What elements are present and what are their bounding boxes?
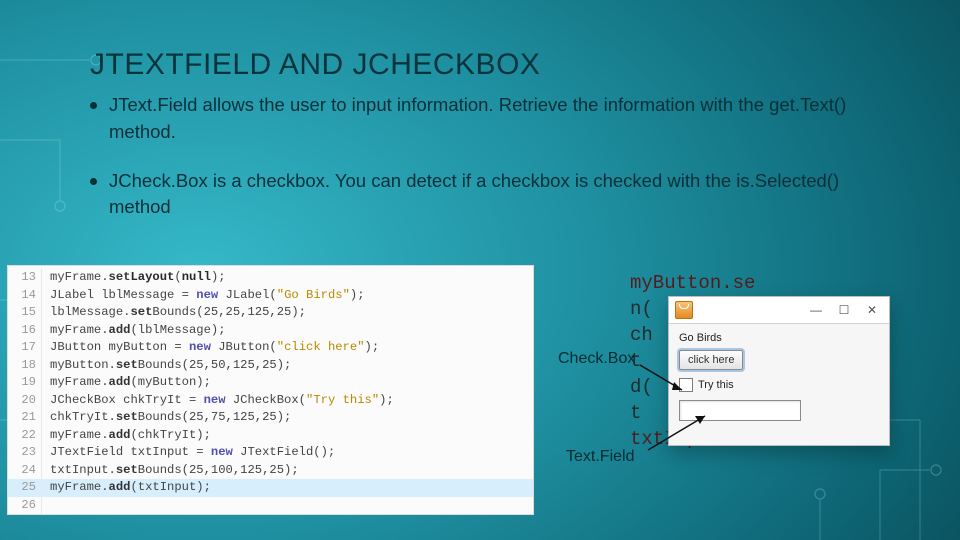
line-number: 13 <box>8 269 42 287</box>
code-line: 25myFrame.add(txtInput); <box>8 479 533 497</box>
window-titlebar: — ☐ ✕ <box>669 297 889 324</box>
line-number: 18 <box>8 357 42 375</box>
code-text: txtInput.setBounds(25,100,125,25); <box>42 462 299 480</box>
code-line: 24txtInput.setBounds(25,100,125,25); <box>8 462 533 480</box>
slide-title: JTEXTFIELD AND JCHECKBOX <box>90 48 540 82</box>
code-text: myFrame.add(lblMessage); <box>42 322 226 340</box>
code-line: 26 <box>8 497 533 515</box>
code-text: lblMessage.setBounds(25,25,125,25); <box>42 304 306 322</box>
line-number: 22 <box>8 427 42 445</box>
line-number: 23 <box>8 444 42 462</box>
close-icon[interactable]: ✕ <box>865 303 879 317</box>
bullet-list: JText.Field allows the user to input inf… <box>90 92 870 243</box>
jcheckbox-label: Try this <box>698 379 734 391</box>
code-line: 14JLabel lblMessage = new JLabel("Go Bir… <box>8 287 533 305</box>
minimize-icon[interactable]: — <box>809 303 823 317</box>
code-line: 21chkTryIt.setBounds(25,75,125,25); <box>8 409 533 427</box>
code-line: 15lblMessage.setBounds(25,25,125,25); <box>8 304 533 322</box>
code-text: myFrame.add(chkTryIt); <box>42 427 211 445</box>
code-line: 16myFrame.add(lblMessage); <box>8 322 533 340</box>
arrow-icon <box>560 360 695 405</box>
line-number: 20 <box>8 392 42 410</box>
code-line: 19myFrame.add(myButton); <box>8 374 533 392</box>
bullet-dot-icon <box>90 178 97 185</box>
code-line: 23JTextField txtInput = new JTextField()… <box>8 444 533 462</box>
line-number: 19 <box>8 374 42 392</box>
java-cup-icon <box>675 301 693 319</box>
jlabel-gobirds: Go Birds <box>679 332 879 344</box>
line-number: 14 <box>8 287 42 305</box>
code-line: 20JCheckBox chkTryIt = new JCheckBox("Tr… <box>8 392 533 410</box>
bullet-dot-icon <box>90 102 97 109</box>
bullet-text: JText.Field allows the user to input inf… <box>109 92 870 146</box>
code-text: JTextField txtInput = new JTextField(); <box>42 444 335 462</box>
code-text: myFrame.add(myButton); <box>42 374 211 392</box>
code-panel: 13myFrame.setLayout(null);14JLabel lblMe… <box>8 266 533 514</box>
bullet-item: JCheck.Box is a checkbox. You can detect… <box>90 168 870 222</box>
line-number: 24 <box>8 462 42 480</box>
code-text: JLabel lblMessage = new JLabel("Go Birds… <box>42 287 365 305</box>
code-text: chkTryIt.setBounds(25,75,125,25); <box>42 409 291 427</box>
line-number: 15 <box>8 304 42 322</box>
code-text: myFrame.setLayout(null); <box>42 269 226 287</box>
code-line: 13myFrame.setLayout(null); <box>8 269 533 287</box>
code-text: myButton.setBounds(25,50,125,25); <box>42 357 291 375</box>
line-number: 17 <box>8 339 42 357</box>
code-text <box>42 497 50 515</box>
arrow-icon <box>560 408 715 461</box>
code-text: myFrame.add(txtInput); <box>42 479 211 497</box>
code-line: 17JButton myButton = new JButton("click … <box>8 339 533 357</box>
bullet-text: JCheck.Box is a checkbox. You can detect… <box>109 168 870 222</box>
line-number: 16 <box>8 322 42 340</box>
code-line: 22myFrame.add(chkTryIt); <box>8 427 533 445</box>
maximize-icon[interactable]: ☐ <box>837 303 851 317</box>
bullet-item: JText.Field allows the user to input inf… <box>90 92 870 146</box>
line-number: 26 <box>8 497 42 515</box>
code-line: 18myButton.setBounds(25,50,125,25); <box>8 357 533 375</box>
code-text: JCheckBox chkTryIt = new JCheckBox("Try … <box>42 392 394 410</box>
code-text: JButton myButton = new JButton("click he… <box>42 339 379 357</box>
line-number: 25 <box>8 479 42 497</box>
line-number: 21 <box>8 409 42 427</box>
